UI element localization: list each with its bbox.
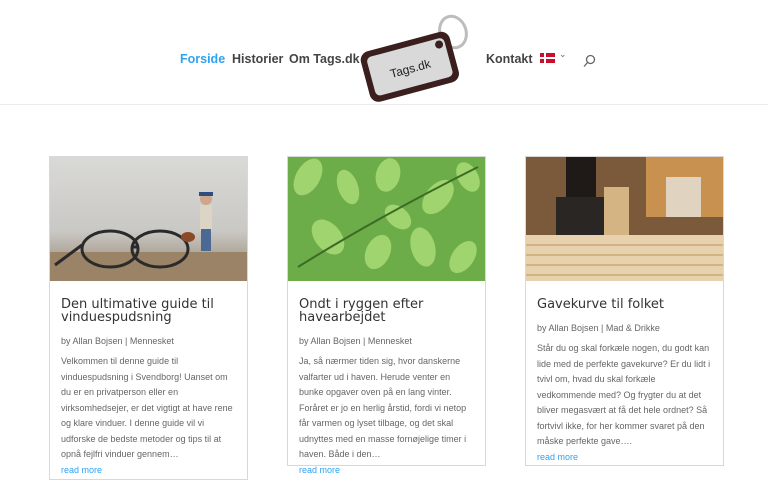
post-meta[interactable]: by Allan Bojsen | Mad & Drikke [537, 323, 712, 333]
nav-om-tags[interactable]: Om Tags.dk [289, 52, 360, 66]
nav-historier[interactable]: Historier [232, 52, 283, 66]
read-more-link[interactable]: read more [299, 463, 474, 478]
nav-kontakt[interactable]: Kontakt [486, 52, 533, 66]
post-excerpt: Står du og skal forkæle nogen, du godt k… [537, 343, 711, 446]
post-image-leaves[interactable] [288, 157, 485, 281]
read-more-link[interactable]: read more [537, 450, 712, 465]
post-title[interactable]: Den ultimative guide til vinduespudsning [61, 298, 236, 324]
post-title[interactable]: Gavekurve til folket [537, 298, 712, 311]
post-excerpt: Velkommen til denne guide til vinduespud… [61, 356, 233, 459]
site-logo[interactable]: Tags.dk [358, 12, 474, 104]
site-header: Forside Historier Om Tags.dk Tags.dk Kon… [0, 0, 768, 105]
search-icon[interactable] [583, 54, 596, 68]
danish-flag-icon[interactable] [540, 53, 555, 63]
post-card: Den ultimative guide til vinduespudsning… [49, 156, 248, 480]
post-card: Ondt i ryggen efter havearbejdet by Alla… [287, 156, 486, 475]
post-meta[interactable]: by Allan Bojsen | Mennesket [61, 336, 236, 346]
read-more-link[interactable]: read more [61, 463, 236, 478]
post-card: Gavekurve til folket by Allan Bojsen | M… [525, 156, 724, 466]
post-image-glasses[interactable] [50, 157, 247, 281]
post-meta[interactable]: by Allan Bojsen | Mennesket [299, 336, 474, 346]
chevron-down-icon[interactable]: ⌄ [559, 49, 567, 60]
post-excerpt: Ja, så nærmer tiden sig, hvor danskerne … [299, 356, 467, 459]
nav-forside[interactable]: Forside [180, 52, 225, 66]
post-title[interactable]: Ondt i ryggen efter havearbejdet [299, 298, 474, 324]
post-image-gift-basket[interactable] [526, 157, 723, 281]
